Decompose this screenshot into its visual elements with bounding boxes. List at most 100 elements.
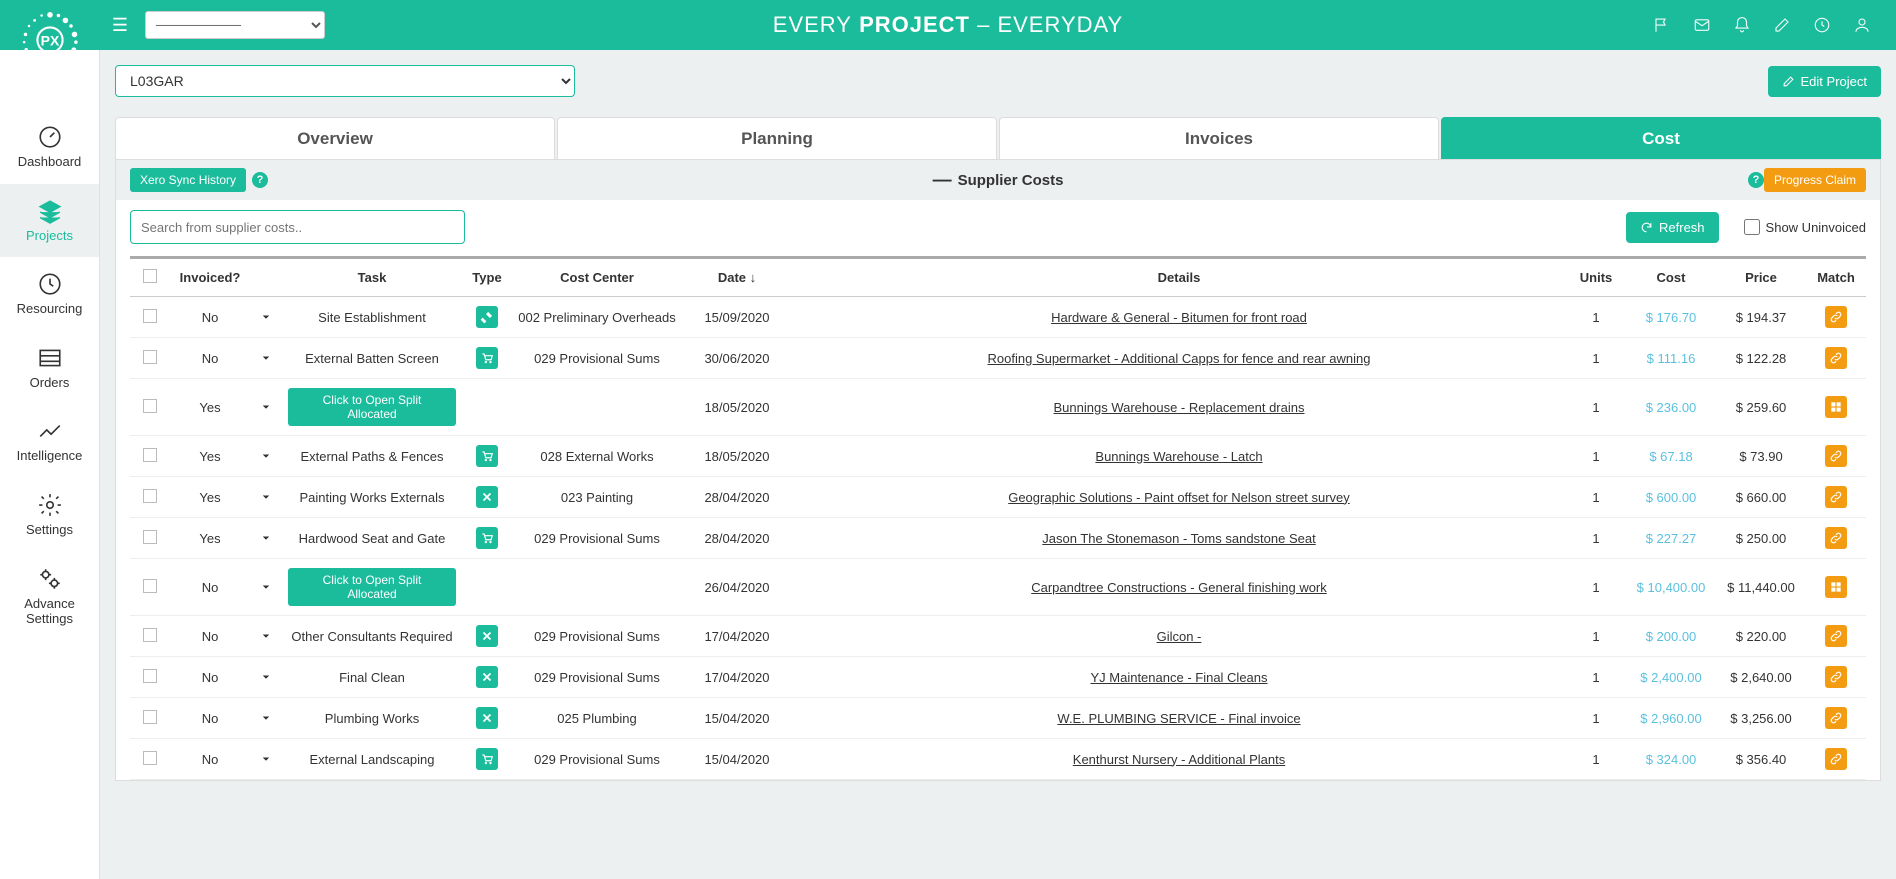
details-link[interactable]: Roofing Supermarket - Additional Capps f… [988,351,1371,366]
expand-row-icon[interactable] [256,397,276,417]
match-split-icon[interactable] [1825,396,1847,418]
match-link-icon[interactable] [1825,445,1847,467]
expand-row-icon[interactable] [256,577,276,597]
tab-cost[interactable]: Cost [1441,117,1881,159]
expand-row-icon[interactable] [256,487,276,507]
cost-cell[interactable]: $ 324.00 [1646,752,1697,767]
collapse-icon[interactable]: — [933,171,952,190]
match-link-icon[interactable] [1825,486,1847,508]
details-link[interactable]: YJ Maintenance - Final Cleans [1090,670,1267,685]
project-dropdown[interactable]: L03GAR [115,65,575,97]
details-link[interactable]: Carpandtree Constructions - General fini… [1031,580,1327,595]
expand-row-icon[interactable] [256,307,276,327]
row-checkbox[interactable] [143,448,157,462]
col-details[interactable]: Details [792,258,1566,297]
row-checkbox[interactable] [143,751,157,765]
details-link[interactable]: Bunnings Warehouse - Replacement drains [1054,400,1305,415]
open-split-allocated-button[interactable]: Click to Open Split Allocated [288,388,456,426]
cost-cell[interactable]: $ 67.18 [1649,449,1692,464]
details-link[interactable]: Geographic Solutions - Paint offset for … [1008,490,1350,505]
help-icon[interactable]: ? [1748,172,1764,188]
col-task[interactable]: Task [282,258,462,297]
row-checkbox[interactable] [143,489,157,503]
row-checkbox[interactable] [143,350,157,364]
cost-cell[interactable]: $ 10,400.00 [1637,580,1706,595]
col-price[interactable]: Price [1716,258,1806,297]
cost-cell[interactable]: $ 2,960.00 [1640,711,1701,726]
expand-row-icon[interactable] [256,708,276,728]
col-cost[interactable]: Cost [1626,258,1716,297]
details-link[interactable]: Bunnings Warehouse - Latch [1095,449,1262,464]
edit-project-button[interactable]: Edit Project [1768,66,1881,97]
details-link[interactable]: Jason The Stonemason - Toms sandstone Se… [1042,531,1315,546]
col-select[interactable] [130,258,170,297]
details-link[interactable]: W.E. PLUMBING SERVICE - Final invoice [1057,711,1300,726]
match-link-icon[interactable] [1825,347,1847,369]
tab-invoices[interactable]: Invoices [999,117,1439,159]
show-uninvoiced-checkbox[interactable] [1744,219,1760,235]
cost-cell[interactable]: $ 176.70 [1646,310,1697,325]
row-checkbox[interactable] [143,710,157,724]
cost-cell[interactable]: $ 236.00 [1646,400,1697,415]
cost-cell[interactable]: $ 600.00 [1646,490,1697,505]
search-input[interactable] [130,210,465,244]
sidebar-item-settings[interactable]: Settings [0,478,99,552]
sidebar-item-dashboard[interactable]: Dashboard [0,110,99,184]
tab-overview[interactable]: Overview [115,117,555,159]
match-link-icon[interactable] [1825,666,1847,688]
user-icon[interactable] [1853,16,1871,34]
row-checkbox[interactable] [143,530,157,544]
units-cell: 1 [1566,657,1626,698]
details-link[interactable]: Hardware & General - Bitumen for front r… [1051,310,1307,325]
bell-icon[interactable] [1733,16,1751,34]
row-checkbox[interactable] [143,309,157,323]
expand-row-icon[interactable] [256,348,276,368]
show-uninvoiced-toggle[interactable]: Show Uninvoiced [1744,219,1866,235]
expand-row-icon[interactable] [256,667,276,687]
row-checkbox[interactable] [143,628,157,642]
sidebar-item-resourcing[interactable]: Resourcing [0,257,99,331]
xero-sync-history-button[interactable]: Xero Sync History [130,168,246,192]
details-link[interactable]: Gilcon - [1157,629,1202,644]
expand-row-icon[interactable] [256,626,276,646]
edit-icon[interactable] [1773,16,1791,34]
sidebar-item-orders[interactable]: Orders [0,331,99,405]
cost-cell[interactable]: $ 227.27 [1646,531,1697,546]
col-invoiced[interactable]: Invoiced? [170,258,250,297]
match-link-icon[interactable] [1825,625,1847,647]
progress-claim-button[interactable]: Progress Claim [1764,168,1866,192]
col-date[interactable]: Date ↓ [682,258,792,297]
row-checkbox[interactable] [143,579,157,593]
open-split-allocated-button[interactable]: Click to Open Split Allocated [288,568,456,606]
header-project-select[interactable]: ────────── [145,11,325,39]
expand-row-icon[interactable] [256,528,276,548]
expand-row-icon[interactable] [256,446,276,466]
cost-cell[interactable]: $ 111.16 [1647,351,1696,366]
menu-toggle-icon[interactable]: ☰ [100,15,140,36]
tab-planning[interactable]: Planning [557,117,997,159]
refresh-button[interactable]: Refresh [1626,212,1719,243]
flag-icon[interactable] [1653,16,1671,34]
match-link-icon[interactable] [1825,707,1847,729]
help-icon[interactable]: ? [252,172,268,188]
match-link-icon[interactable] [1825,748,1847,770]
expand-row-icon[interactable] [256,749,276,769]
mail-icon[interactable] [1693,16,1711,34]
row-checkbox[interactable] [143,399,157,413]
col-type[interactable]: Type [462,258,512,297]
panel-title: — Supplier Costs [933,171,1064,190]
cost-cell[interactable]: $ 200.00 [1646,629,1697,644]
sidebar-item-intelligence[interactable]: Intelligence [0,404,99,478]
col-cost-center[interactable]: Cost Center [512,258,682,297]
col-units[interactable]: Units [1566,258,1626,297]
col-match[interactable]: Match [1806,258,1866,297]
sidebar-item-advance-settings[interactable]: AdvanceSettings [0,552,99,641]
details-link[interactable]: Kenthurst Nursery - Additional Plants [1073,752,1285,767]
match-split-icon[interactable] [1825,576,1847,598]
match-link-icon[interactable] [1825,306,1847,328]
cost-cell[interactable]: $ 2,400.00 [1640,670,1701,685]
sidebar-item-projects[interactable]: Projects [0,184,99,258]
row-checkbox[interactable] [143,669,157,683]
clock-icon[interactable] [1813,16,1831,34]
match-link-icon[interactable] [1825,527,1847,549]
